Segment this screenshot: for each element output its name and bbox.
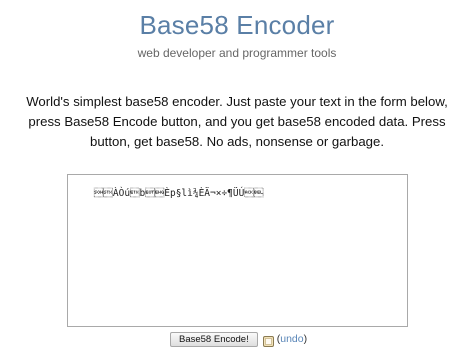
controls-row: Base58 Encode! (undo) xyxy=(170,331,307,347)
page-title: Base58 Encoder xyxy=(139,10,335,40)
textarea-content: ÀÒúbÈp§lì¾ÈÄ¬×÷¶ÜÚ xyxy=(93,188,264,199)
page: Base58 Encoder web developer and program… xyxy=(0,0,474,356)
intro-text: World's simplest base58 encoder. Just pa… xyxy=(26,94,448,149)
page-subtitle: web developer and programmer tools xyxy=(137,46,337,60)
undo-close-paren: ) xyxy=(303,333,308,345)
input-textarea[interactable]: ÀÒúbÈp§lì¾ÈÄ¬×÷¶ÜÚ xyxy=(67,174,408,327)
encode-button[interactable]: Base58 Encode! xyxy=(170,331,258,347)
checkbox-icon[interactable] xyxy=(262,334,274,347)
resize-grip-icon[interactable] xyxy=(398,317,406,325)
undo-group: (undo) xyxy=(277,333,307,345)
undo-link[interactable]: undo xyxy=(280,333,303,345)
